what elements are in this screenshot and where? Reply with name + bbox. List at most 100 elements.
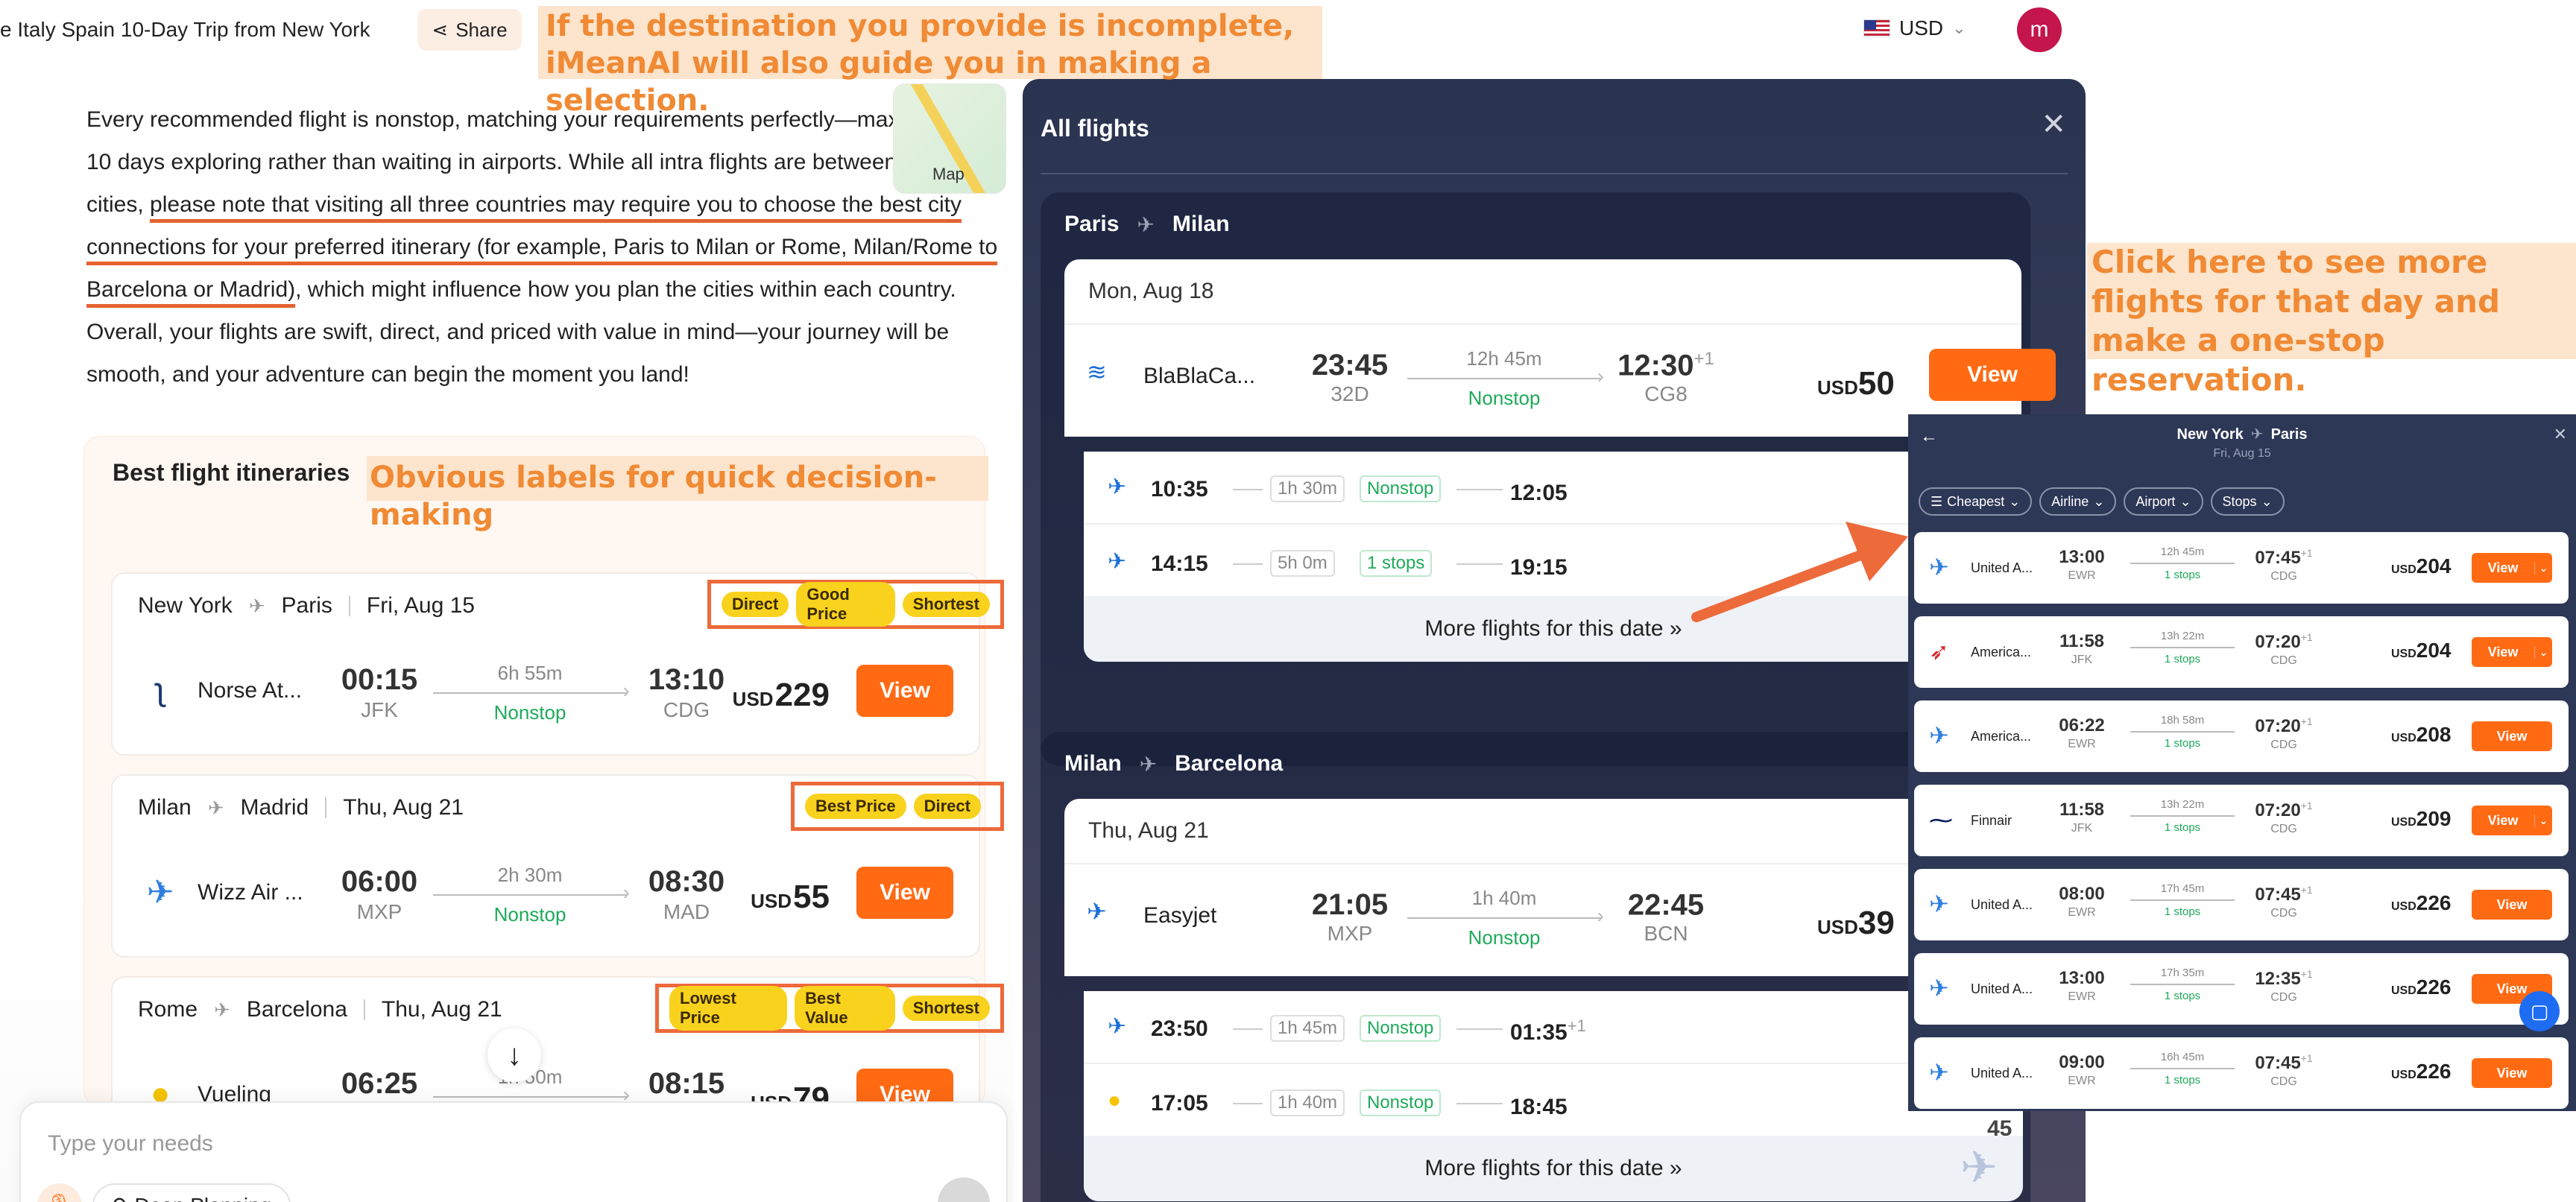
send-button[interactable]: →	[938, 1177, 990, 1202]
timeline	[1456, 1103, 1503, 1104]
arrival-code: CG8	[1644, 382, 1688, 406]
route-header: Paris ✈ Milan	[1064, 212, 1230, 237]
itinerary-card[interactable]: New York ✈ Paris Fri, Aug 15 Direct Good …	[111, 572, 1004, 756]
close-icon[interactable]: ✕	[2041, 107, 2066, 142]
us-flag-icon	[1863, 19, 1890, 37]
departure-code: EWR	[2068, 1075, 2096, 1087]
departure-code: EWR	[2068, 738, 2096, 750]
tag-badge: Direct	[913, 794, 981, 819]
mini-flight-row[interactable]: ✈ America... 06:22 EWR 18h 58m 1 stops 07:…	[1914, 700, 2569, 772]
airline-logo-icon: ✈	[1108, 549, 1127, 574]
duration-text: 2h 30m	[497, 864, 563, 886]
airplane-decoration-icon: ✈	[1960, 1142, 1998, 1192]
currency-selector[interactable]: USD ⌄	[1863, 16, 1966, 40]
filter-dropdown[interactable]: Stops ⌄	[2210, 487, 2285, 516]
chevron-down-icon: ⌄	[1952, 19, 1966, 37]
alt-flights-list: ✈ 23:50 1h 45m Nonstop 01:35+1 U ● 17:05…	[1084, 991, 2034, 1201]
departure-code: MXP	[1327, 922, 1373, 945]
chevron-down-icon[interactable]: ⌄	[2534, 814, 2552, 827]
alt-flight-row[interactable]: ✈ 23:50 1h 45m Nonstop 01:35+1 U	[1084, 991, 2023, 1064]
close-icon[interactable]: ✕	[2554, 425, 2567, 444]
chevron-down-icon[interactable]: ⌄	[2534, 561, 2552, 575]
chat-input[interactable]: Type your needs	[48, 1131, 213, 1157]
price-value: 226	[2416, 1060, 2452, 1083]
route-block: Paris ✈ Milan Mon, Aug 18 ≋ BlaBlaCa... …	[1041, 192, 2056, 766]
duration: 16h 45m 1 stops	[2130, 1051, 2235, 1086]
mini-flight-row[interactable]: ⁓ Finnair 11:58 JFK 13h 22m 1 stops 07:20+…	[1914, 785, 2569, 856]
mini-flight-row[interactable]: ✈ United A... 13:00 EWR 12h 45m 1 stops 07…	[1914, 532, 2569, 604]
scroll-down-button[interactable]: ↓	[487, 1028, 541, 1082]
route-date: Thu, Aug 21	[343, 795, 464, 820]
duration-line	[2130, 647, 2235, 648]
view-button[interactable]: View	[856, 665, 953, 717]
chevron-down-icon[interactable]: ⌄	[2534, 645, 2552, 659]
filter-dropdown[interactable]: ☰ Cheapest ⌄	[1919, 487, 2033, 516]
duration-text: 17h 35m	[2160, 967, 2205, 979]
duration: 12h 45m Nonstop	[1407, 347, 1604, 410]
departure: 13:00 EWR	[2048, 547, 2115, 583]
microphone-button[interactable]: 🎙	[37, 1183, 82, 1202]
support-chat-button[interactable]: ▢	[2519, 991, 2560, 1031]
arrival-time: 08:30	[648, 865, 725, 898]
avatar[interactable]: m	[2017, 7, 2062, 52]
map-thumbnail[interactable]: Map	[893, 83, 1006, 194]
filter-label: Airport	[2135, 493, 2176, 509]
main-flight-card[interactable]: Thu, Aug 21 ✈ Easyjet 21:05MXP 1h 40m Non…	[1064, 799, 2056, 976]
route-date: Thu, Aug 21	[381, 997, 502, 1022]
mini-flight-row[interactable]: ✈ United A... 09:00 EWR 16h 45m 1 stops 07…	[1914, 1037, 2569, 1109]
view-button[interactable]: View	[2472, 890, 2552, 920]
alt-flight-row[interactable]: ● 17:05 1h 40m Nonstop 18:45 USD 45	[1084, 1066, 2034, 1141]
tag-group: Lowest Price Best Value Shortest	[655, 984, 1004, 1033]
airline-logo-icon: ✈	[1929, 722, 1949, 749]
arrival-time: 07:20	[2255, 632, 2301, 652]
alt-stops: Nonstop	[1360, 1089, 1442, 1116]
main-flight-card[interactable]: Mon, Aug 18 ≋ BlaBlaCa... 23:45 32D 12h 4…	[1064, 259, 2056, 437]
chat-icon: ▢	[2530, 999, 2549, 1022]
more-flights-link[interactable]: More flights for this date »	[1084, 1136, 2023, 1201]
departure-code: EWR	[2068, 906, 2096, 919]
next-day-marker: +1	[2300, 1052, 2313, 1064]
next-day-marker: +1	[2300, 800, 2313, 812]
itinerary-card[interactable]: Milan ✈ Madrid Thu, Aug 21 Best Price Dir…	[111, 774, 1004, 958]
arrival-time: 07:45	[2255, 885, 2301, 905]
filter-dropdown[interactable]: Airport ⌄	[2124, 487, 2203, 516]
price: USD39	[1817, 905, 1895, 942]
filter-dropdown[interactable]: Airline ⌄	[2039, 487, 2117, 516]
mini-flight-row[interactable]: ➶ America... 11:58 JFK 13h 22m 1 stops 07:…	[1914, 616, 2569, 688]
price: USD209	[2391, 807, 2452, 831]
view-button[interactable]: View	[2472, 721, 2552, 751]
next-day-marker: +1	[2300, 547, 2313, 559]
plane-icon: ✈	[1137, 212, 1155, 236]
duration: 2h 30m Nonstop	[433, 864, 630, 926]
price-value: 226	[2416, 891, 2452, 914]
departure-code: EWR	[2068, 569, 2096, 582]
mini-flight-row[interactable]: ✈ United A... 13:00 EWR 17h 35m 1 stops 12…	[1914, 953, 2569, 1025]
departure: 11:58 JFK	[2048, 631, 2115, 667]
airline-logo-icon: ✈	[146, 873, 174, 911]
arrival: 07:45+1 CDG	[2239, 884, 2329, 920]
view-button[interactable]: View ⌄	[2472, 553, 2552, 583]
arrival-code: CDG	[2270, 738, 2297, 751]
mini-flight-row[interactable]: ✈ United A... 08:00 EWR 17h 45m 1 stops 07…	[1914, 869, 2569, 940]
alt-flight-row[interactable]: ✈ 10:35 1h 30m Nonstop 12:05 U	[1084, 452, 2023, 525]
stops-text: Nonstop	[493, 701, 566, 724]
alt-flight-row[interactable]: ✈ 14:15 5h 0m 1 stops 19:15 U	[1084, 526, 2023, 599]
more-flights-link[interactable]: More flights for this date »	[1084, 596, 2023, 662]
view-label: View	[2496, 1065, 2528, 1081]
price-value: 39	[1857, 905, 1895, 941]
view-button[interactable]: View ⌄	[2472, 637, 2552, 667]
view-button[interactable]: View	[1929, 349, 2056, 401]
arrival-code: MAD	[663, 900, 710, 923]
alt-departure-time: 17:05	[1151, 1091, 1208, 1116]
view-button[interactable]: View	[856, 867, 953, 919]
deep-planning-button[interactable]: ⚲ Deep Planning	[92, 1183, 291, 1202]
alt-arrival: 12:05	[1510, 477, 1568, 506]
share-button[interactable]: ⋖ Share	[417, 9, 522, 51]
view-button[interactable]: View	[2472, 1058, 2552, 1088]
price: USD55	[751, 879, 830, 916]
arrival-time: 07:45	[2255, 548, 2301, 568]
view-button[interactable]: View ⌄	[2472, 806, 2552, 835]
chevron-down-icon: ⌄	[2009, 493, 2021, 509]
filter-bar: ☰ Cheapest ⌄ Airline ⌄ Airport ⌄ Stops ⌄	[1919, 487, 2285, 516]
alt-arrival: 19:15	[1510, 551, 1568, 581]
